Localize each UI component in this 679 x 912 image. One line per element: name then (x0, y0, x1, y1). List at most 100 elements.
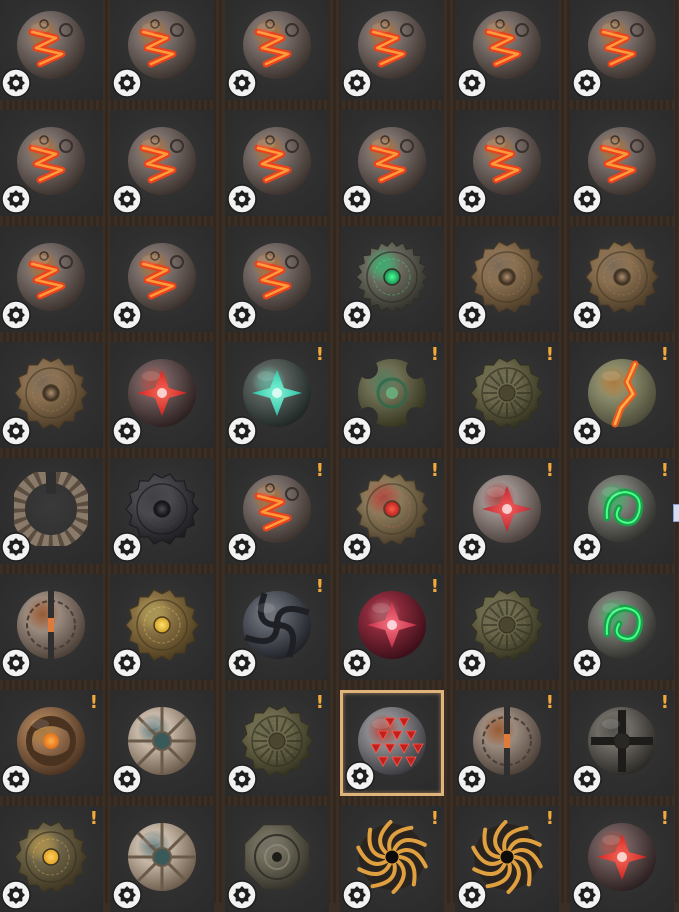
gear-icon[interactable] (227, 880, 257, 910)
inventory-slot[interactable] (0, 0, 103, 100)
gear-icon[interactable] (457, 68, 487, 98)
gear-icon[interactable] (1, 416, 31, 446)
inventory-slot[interactable] (225, 110, 329, 216)
gear-icon[interactable] (457, 300, 487, 330)
inventory-slot[interactable]: ! (455, 806, 559, 912)
inventory-slot[interactable]: ! (570, 806, 674, 912)
inventory-slot[interactable] (110, 806, 214, 912)
gear-icon[interactable] (342, 416, 372, 446)
gear-icon[interactable] (342, 184, 372, 214)
inventory-slot[interactable] (340, 690, 444, 796)
gear-icon[interactable] (342, 880, 372, 910)
gear-icon[interactable] (457, 184, 487, 214)
inventory-slot[interactable] (110, 458, 214, 564)
inventory-slot[interactable] (340, 226, 444, 332)
inventory-slot[interactable]: ! (570, 690, 674, 796)
gear-icon[interactable] (572, 648, 602, 678)
gear-icon[interactable] (112, 532, 142, 562)
gear-icon[interactable] (457, 532, 487, 562)
gear-icon[interactable] (112, 416, 142, 446)
inventory-slot[interactable]: ! (0, 690, 103, 796)
inventory-slot[interactable] (110, 110, 214, 216)
gear-icon[interactable] (457, 764, 487, 794)
inventory-slot[interactable]: ! (340, 806, 444, 912)
inventory-slot[interactable]: ! (455, 342, 559, 448)
inventory-slot[interactable] (225, 806, 329, 912)
gear-icon[interactable] (345, 761, 375, 791)
inventory-slot[interactable] (110, 690, 214, 796)
gear-icon[interactable] (227, 764, 257, 794)
gear-icon[interactable] (1, 764, 31, 794)
inventory-slot[interactable] (570, 226, 674, 332)
gear-icon[interactable] (112, 184, 142, 214)
inventory-slot[interactable] (455, 226, 559, 332)
inventory-slot[interactable]: ! (225, 690, 329, 796)
gear-icon[interactable] (342, 300, 372, 330)
scroll-edge-marker[interactable] (673, 504, 679, 522)
gear-icon[interactable] (342, 648, 372, 678)
inventory-slot[interactable] (0, 342, 103, 448)
gear-icon[interactable] (457, 880, 487, 910)
inventory-slot[interactable]: ! (570, 458, 674, 564)
gear-icon[interactable] (112, 68, 142, 98)
gear-icon[interactable] (112, 648, 142, 678)
inventory-slot[interactable] (570, 574, 674, 680)
inventory-slot[interactable] (110, 574, 214, 680)
gear-icon[interactable] (227, 416, 257, 446)
gear-icon[interactable] (342, 68, 372, 98)
inventory-slot[interactable] (455, 0, 559, 100)
alert-marker: ! (315, 460, 324, 481)
gear-icon[interactable] (572, 68, 602, 98)
inventory-slot[interactable]: ! (0, 806, 103, 912)
gear-icon[interactable] (572, 532, 602, 562)
gear-icon[interactable] (112, 880, 142, 910)
inventory-slot[interactable] (0, 574, 103, 680)
inventory-slot[interactable] (110, 342, 214, 448)
inventory-slot[interactable]: ! (225, 574, 329, 680)
gear-icon[interactable] (1, 300, 31, 330)
inventory-slot[interactable] (0, 458, 103, 564)
inventory-slot[interactable] (340, 0, 444, 100)
gear-icon[interactable] (227, 184, 257, 214)
gear-icon[interactable] (572, 880, 602, 910)
inventory-slot[interactable]: ! (455, 690, 559, 796)
gear-icon[interactable] (1, 648, 31, 678)
inventory-slot[interactable] (225, 0, 329, 100)
gear-icon[interactable] (112, 300, 142, 330)
inventory-slot[interactable] (110, 226, 214, 332)
gear-icon[interactable] (1, 532, 31, 562)
gear-icon[interactable] (572, 416, 602, 446)
inventory-slot[interactable] (0, 110, 103, 216)
inventory-slot[interactable]: ! (225, 458, 329, 564)
gear-icon[interactable] (572, 184, 602, 214)
gear-icon[interactable] (457, 648, 487, 678)
alert-marker: ! (660, 692, 669, 713)
inventory-slot[interactable] (0, 226, 103, 332)
inventory-slot[interactable]: ! (340, 342, 444, 448)
inventory-slot[interactable] (110, 0, 214, 100)
gear-icon[interactable] (1, 880, 31, 910)
gear-icon[interactable] (572, 300, 602, 330)
gear-icon[interactable] (572, 764, 602, 794)
gear-icon[interactable] (457, 416, 487, 446)
inventory-slot[interactable]: ! (455, 458, 559, 564)
inventory-slot[interactable] (570, 110, 674, 216)
inventory-slot[interactable] (455, 110, 559, 216)
inventory-slot[interactable] (570, 0, 674, 100)
inventory-slot[interactable] (455, 574, 559, 680)
inventory-slot[interactable]: ! (340, 458, 444, 564)
gear-icon[interactable] (1, 68, 31, 98)
inventory-slot[interactable]: ! (570, 342, 674, 448)
inventory-slot[interactable] (340, 110, 444, 216)
inventory-slot[interactable]: ! (225, 342, 329, 448)
inventory-slot[interactable]: ! (340, 574, 444, 680)
gear-icon[interactable] (227, 648, 257, 678)
gear-icon[interactable] (112, 764, 142, 794)
gear-icon[interactable] (342, 532, 372, 562)
gear-icon[interactable] (227, 300, 257, 330)
gear-icon[interactable] (1, 184, 31, 214)
alert-marker: ! (89, 808, 98, 829)
gear-icon[interactable] (227, 532, 257, 562)
inventory-slot[interactable] (225, 226, 329, 332)
gear-icon[interactable] (227, 68, 257, 98)
